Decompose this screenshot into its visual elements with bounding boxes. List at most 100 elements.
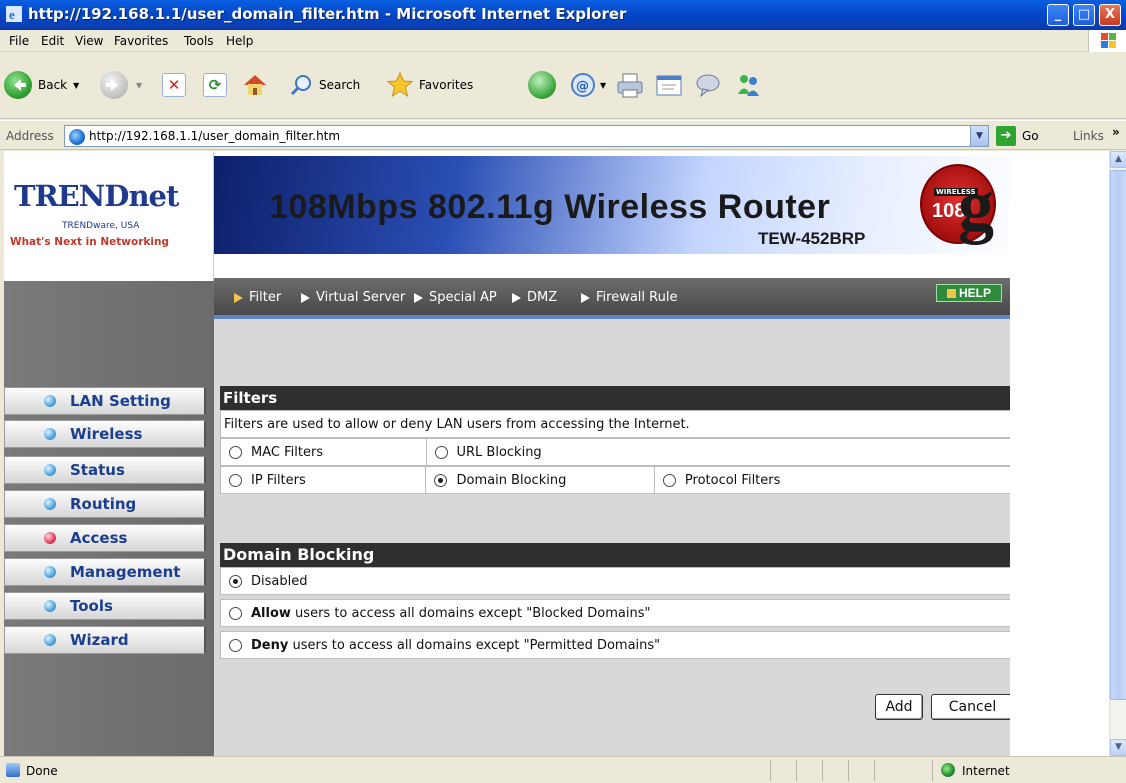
back-button[interactable]: Back ▼ — [4, 67, 79, 103]
status-divider — [874, 760, 875, 781]
radio-button[interactable] — [229, 606, 242, 620]
menu-tools[interactable]: Tools — [184, 34, 214, 48]
home-button[interactable] — [240, 67, 270, 103]
deny-option[interactable]: Deny users to access all domains except … — [220, 631, 1015, 659]
sidebar-item-access[interactable]: Access — [4, 524, 206, 552]
tab-dmz[interactable]: DMZ — [512, 290, 557, 305]
address-dropdown-icon[interactable]: ▼ — [970, 126, 988, 146]
product-banner: 108Mbps 802.11g Wireless Router TEW-452B… — [214, 156, 1024, 254]
sidebar-item-wireless[interactable]: Wireless — [4, 420, 206, 448]
protocol-filters-option[interactable]: Protocol Filters — [655, 467, 1014, 493]
tab-label: Special AP — [429, 290, 497, 305]
allow-option[interactable]: Allow users to access all domains except… — [220, 599, 1015, 627]
status-divider — [796, 760, 797, 781]
print-button[interactable] — [615, 67, 645, 103]
radio-button-selected[interactable] — [229, 574, 242, 588]
sidebar-item-label: Status — [70, 461, 125, 479]
messenger-button[interactable] — [733, 67, 763, 103]
cancel-button[interactable]: Cancel — [931, 694, 1014, 720]
option-label: users to access all domains except "Bloc… — [290, 605, 651, 621]
menu-file[interactable]: File — [9, 34, 29, 48]
option-label: Domain Blocking — [456, 472, 567, 488]
menu-favorites[interactable]: Favorites — [114, 34, 168, 48]
radio-button[interactable] — [229, 638, 242, 652]
sidebar-item-label: Wireless — [70, 425, 143, 443]
mail-icon: @ — [571, 73, 595, 97]
logo-sub: TRENDware, USA — [62, 221, 140, 231]
tab-virtual-server[interactable]: Virtual Server — [301, 290, 405, 305]
disabled-option[interactable]: Disabled — [220, 567, 1015, 595]
favorites-star-icon — [386, 71, 414, 98]
edit-icon — [656, 75, 682, 96]
browser-window: e http://192.168.1.1/user_domain_filter.… — [0, 0, 1126, 783]
scroll-up-icon[interactable]: ▲ — [1110, 151, 1126, 168]
tab-special-ap[interactable]: Special AP — [414, 290, 497, 305]
url-blocking-option[interactable]: URL Blocking — [427, 439, 1015, 465]
tab-label: Virtual Server — [316, 290, 406, 305]
tab-firewall-rule[interactable]: Firewall Rule — [581, 290, 677, 305]
help-icon — [946, 288, 956, 298]
mac-filters-option[interactable]: MAC Filters — [221, 439, 427, 465]
tab-filter[interactable]: Filter — [234, 290, 281, 305]
page-viewport: TRENDnet TRENDware, USA What's Next in N… — [4, 151, 1109, 756]
sidebar-item-wizard[interactable]: Wizard — [4, 626, 206, 654]
filters-heading: Filters — [220, 386, 1015, 410]
dropdown-arrow-icon: ▼ — [73, 80, 80, 90]
radio-button[interactable] — [229, 473, 242, 487]
refresh-button[interactable]: ⟳ — [203, 67, 227, 103]
minimize-button[interactable]: _ — [1047, 4, 1069, 26]
sidebar-item-tools[interactable]: Tools — [4, 592, 206, 620]
menu-edit[interactable]: Edit — [41, 34, 64, 48]
scroll-thumb[interactable] — [1110, 170, 1126, 700]
maximize-button[interactable]: □ — [1073, 4, 1095, 26]
bullet-icon — [44, 600, 56, 612]
messenger-icon — [738, 75, 759, 96]
dropdown-arrow-icon: ▼ — [136, 80, 143, 90]
radio-button[interactable] — [662, 473, 676, 487]
status-divider — [848, 760, 849, 781]
domain-blocking-option[interactable]: Domain Blocking — [426, 467, 655, 493]
menu-help[interactable]: Help — [226, 34, 253, 48]
bullet-icon — [44, 498, 56, 510]
bullet-icon — [44, 395, 56, 407]
ip-filters-option[interactable]: IP Filters — [221, 467, 427, 493]
stop-button[interactable]: ✕ — [162, 67, 186, 103]
go-arrow-icon[interactable]: ➔ — [996, 126, 1016, 146]
sidebar-item-management[interactable]: Management — [4, 558, 206, 586]
chevron-right-icon[interactable]: » — [1112, 125, 1120, 139]
home-icon — [244, 75, 266, 95]
sidebar-item-status[interactable]: Status — [4, 456, 206, 484]
option-label: IP Filters — [251, 472, 306, 488]
forward-button[interactable]: ▼ — [100, 67, 142, 103]
close-button[interactable]: X — [1099, 4, 1121, 26]
banner-model: TEW-452BRP — [758, 229, 866, 248]
arrow-icon — [414, 292, 423, 303]
option-label: URL Blocking — [456, 444, 542, 460]
banner-title: 108Mbps 802.11g Wireless Router — [269, 188, 831, 226]
radio-button[interactable] — [229, 445, 242, 459]
add-button[interactable]: Add — [875, 694, 923, 720]
menu-view[interactable]: View — [75, 34, 103, 48]
page-done-icon — [6, 763, 20, 777]
address-input[interactable]: http://192.168.1.1/user_domain_filter.ht… — [64, 125, 989, 147]
help-button[interactable]: HELP — [936, 284, 1002, 302]
go-button[interactable]: Go — [1022, 129, 1039, 143]
radio-button[interactable] — [434, 445, 448, 459]
search-button[interactable]: Search — [289, 67, 360, 103]
bullet-icon — [44, 428, 56, 440]
main-panel: Filters Filters are used to allow or den… — [214, 319, 1109, 756]
links-button[interactable]: Links — [1073, 129, 1104, 143]
radio-button-selected[interactable] — [434, 473, 448, 487]
sidebar-item-routing[interactable]: Routing — [4, 490, 206, 518]
discuss-button[interactable] — [694, 67, 724, 103]
mail-button[interactable]: @ ▼ — [570, 67, 606, 103]
scroll-down-icon[interactable]: ▼ — [1110, 739, 1126, 756]
sidebar-item-label: Access — [70, 529, 128, 547]
discuss-icon — [696, 74, 720, 98]
vertical-scrollbar[interactable]: ▲ ▼ — [1109, 151, 1126, 756]
svg-text:e: e — [9, 7, 15, 22]
edit-button[interactable] — [654, 67, 684, 103]
history-button[interactable] — [528, 67, 556, 103]
sidebar-item-lan-setting[interactable]: LAN Setting — [4, 387, 206, 415]
favorites-button[interactable]: Favorites — [385, 67, 473, 103]
